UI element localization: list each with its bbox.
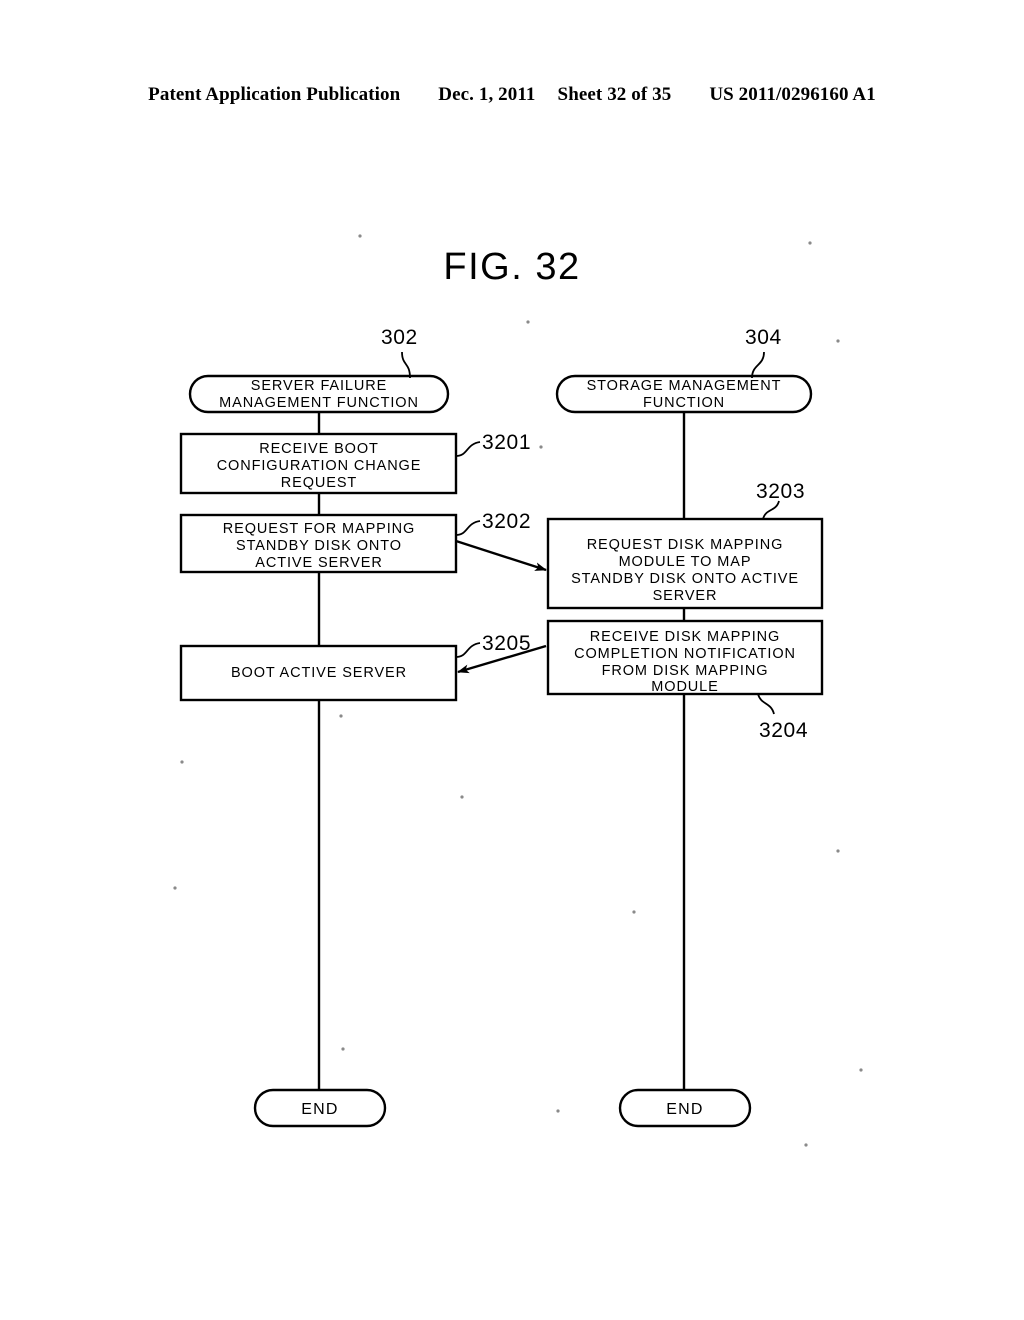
right-start-line-2: FUNCTION (643, 395, 725, 411)
box-3204-line-1: RECEIVE DISK MAPPING (590, 629, 780, 645)
box-3203-line-2: MODULE TO MAP (619, 554, 752, 570)
terminator-server-failure-management-function: SERVER FAILURE MANAGEMENT FUNCTION (188, 374, 450, 414)
svg-text:STANDBY DISK ONTO: STANDBY DISK ONTO (236, 538, 402, 554)
svg-text:CONFIGURATION CHANGE: CONFIGURATION CHANGE (217, 458, 422, 474)
box-3201-line-3: REQUEST (281, 475, 357, 491)
flowchart-diagram: SERVER FAILURE MANAGEMENT FUNCTION 302 R… (173, 234, 863, 1147)
box-3203-line-1: REQUEST DISK MAPPING (587, 537, 784, 553)
box-3204-line-4: MODULE (651, 679, 718, 695)
svg-text:SERVER: SERVER (653, 588, 718, 604)
box-3201-line-2: CONFIGURATION CHANGE (217, 458, 422, 474)
box-3201-line-1: RECEIVE BOOT (259, 441, 379, 457)
process-box-3205: BOOT ACTIVE SERVER (179, 644, 458, 702)
box-3205-line-1: BOOT ACTIVE SERVER (231, 665, 407, 681)
ref-label-302: 302 (381, 326, 418, 349)
svg-text:STANDBY DISK ONTO ACTIVE: STANDBY DISK ONTO ACTIVE (571, 571, 799, 587)
box-3204-line-2: COMPLETION NOTIFICATION (574, 646, 796, 662)
process-box-3202: REQUEST FOR MAPPING STANDBY DISK ONTO AC… (179, 513, 458, 574)
left-start-line-2: MANAGEMENT FUNCTION (219, 395, 419, 411)
svg-text:REQUEST DISK MAPPING: REQUEST DISK MAPPING (587, 537, 784, 553)
box-3202-line-3: ACTIVE SERVER (255, 555, 382, 571)
ref-label-3203: 3203 (756, 480, 805, 503)
terminator-end-right: END (618, 1088, 752, 1128)
right-start-line-1: STORAGE MANAGEMENT (587, 378, 782, 394)
leader-3202 (455, 520, 481, 536)
ref-label-3202: 3202 (482, 510, 531, 533)
svg-text:STORAGE MANAGEMENT: STORAGE MANAGEMENT (587, 378, 782, 394)
svg-text:MODULE: MODULE (651, 679, 718, 695)
leader-304 (751, 351, 765, 379)
box-3202-line-1: REQUEST FOR MAPPING (223, 521, 415, 537)
ref-label-3201: 3201 (482, 431, 531, 454)
end-label-left: END (301, 1101, 338, 1118)
svg-text:RECEIVE DISK MAPPING: RECEIVE DISK MAPPING (590, 629, 780, 645)
svg-text:RECEIVE BOOT: RECEIVE BOOT (259, 441, 379, 457)
box-3203-line-4: SERVER (653, 588, 718, 604)
box-3204-line-3: FROM DISK MAPPING (602, 663, 769, 679)
end-label-right: END (666, 1101, 703, 1118)
svg-text:SERVER FAILURE: SERVER FAILURE (251, 378, 387, 394)
arrow-3202-to-3203 (455, 539, 547, 572)
svg-text:BOOT ACTIVE SERVER: BOOT ACTIVE SERVER (231, 665, 407, 681)
svg-text:ACTIVE SERVER: ACTIVE SERVER (255, 555, 382, 571)
ref-label-304: 304 (745, 326, 782, 349)
leader-3203 (762, 500, 780, 520)
svg-text:MODULE TO MAP: MODULE TO MAP (619, 554, 752, 570)
left-start-line-1: SERVER FAILURE (251, 378, 387, 394)
svg-text:FUNCTION: FUNCTION (643, 395, 725, 411)
svg-text:REQUEST: REQUEST (281, 475, 357, 491)
process-box-3201: RECEIVE BOOT CONFIGURATION CHANGE REQUES… (179, 432, 458, 495)
terminator-end-left: END (253, 1088, 387, 1128)
terminator-storage-management-function: STORAGE MANAGEMENT FUNCTION (555, 374, 813, 414)
leader-3201 (455, 441, 481, 457)
box-3203-line-3: STANDBY DISK ONTO ACTIVE (571, 571, 799, 587)
svg-text:MANAGEMENT FUNCTION: MANAGEMENT FUNCTION (219, 395, 419, 411)
ref-label-3204: 3204 (759, 719, 808, 742)
svg-text:REQUEST FOR MAPPING: REQUEST FOR MAPPING (223, 521, 415, 537)
svg-text:COMPLETION NOTIFICATION: COMPLETION NOTIFICATION (574, 646, 796, 662)
leader-3205 (455, 642, 481, 658)
svg-text:FROM DISK MAPPING: FROM DISK MAPPING (602, 663, 769, 679)
leader-302 (401, 351, 411, 379)
leader-3204 (757, 693, 775, 715)
box-3202-line-2: STANDBY DISK ONTO (236, 538, 402, 554)
process-box-3204: RECEIVE DISK MAPPING COMPLETION NOTIFICA… (546, 619, 824, 696)
process-box-3203: REQUEST DISK MAPPING MODULE TO MAP STAND… (546, 517, 824, 610)
